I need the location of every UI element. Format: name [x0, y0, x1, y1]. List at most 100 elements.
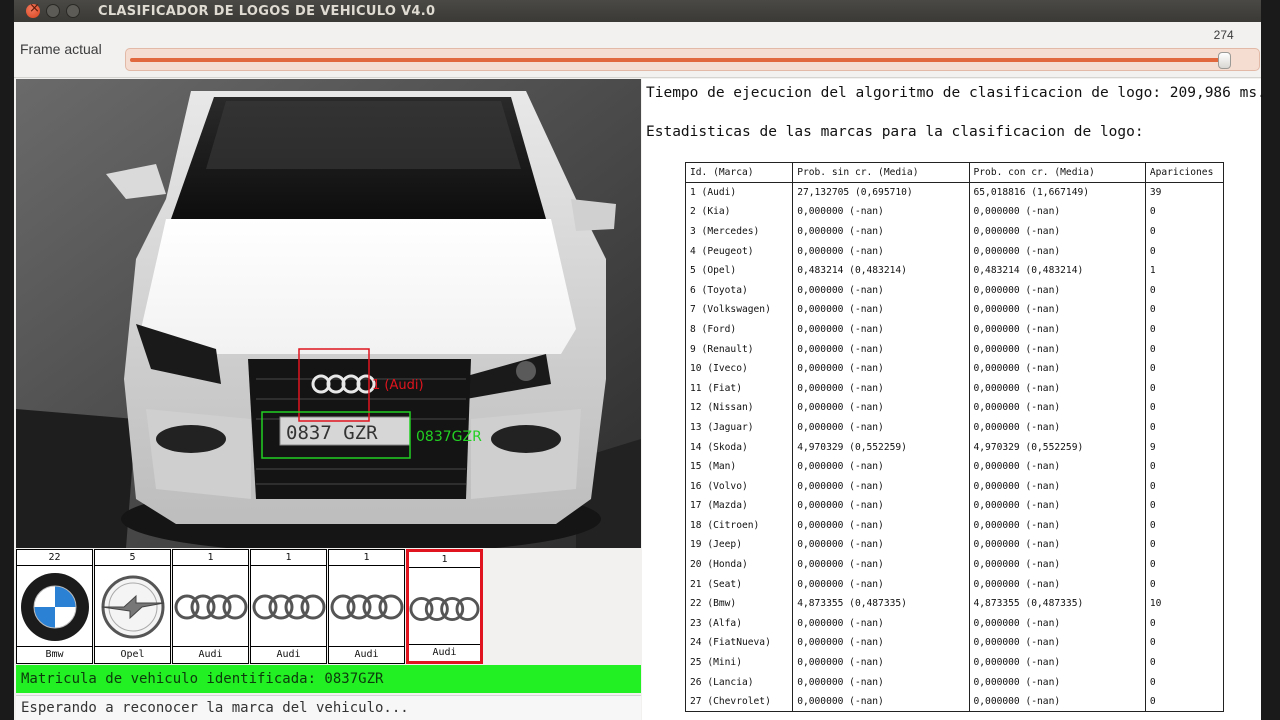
minimize-window-button[interactable] — [46, 4, 60, 18]
logo-thumbnail[interactable]: 1 Audi — [250, 549, 327, 664]
logo-thumbnail[interactable]: 1 Audi — [172, 549, 249, 664]
logo-count: 1 — [251, 550, 326, 566]
table-cell: 4,873355 (0,487335) — [968, 593, 1146, 614]
plate-detection-label: 0837GZR — [416, 429, 482, 445]
table-cell: 0,000000 (-nan) — [792, 574, 970, 594]
table-cell: 5 (Opel) — [684, 260, 794, 281]
table-cell: 65,018816 (1,667149) — [968, 182, 1146, 203]
table-cell: 0,000000 (-nan) — [792, 202, 970, 222]
brand-stats-table: Id. (Marca) Prob. sin cr. (Media) Prob. co… — [684, 162, 1225, 713]
table-cell: 0,483214 (0,483214) — [792, 260, 970, 281]
table-cell: 0,000000 (-nan) — [968, 417, 1146, 438]
table-cell: 0,483214 (0,483214) — [968, 260, 1146, 281]
table-row: 15 (Man) 0,000000 (-nan) 0,000000 (-nan) 0 — [684, 456, 1225, 477]
table-cell: 0,000000 (-nan) — [968, 339, 1146, 359]
table-header-row: Id. (Marca) Prob. sin cr. (Media) Prob. co… — [684, 162, 1225, 183]
table-cell: 0,000000 (-nan) — [968, 672, 1146, 692]
table-cell: 4,970329 (0,552259) — [792, 437, 970, 457]
table-cell: 0,000000 (-nan) — [968, 633, 1146, 653]
close-window-button[interactable] — [26, 1, 40, 18]
window-title: CLASIFICADOR DE LOGOS DE VEHICULO V4.0 — [98, 3, 436, 19]
frame-slider[interactable] — [125, 48, 1260, 71]
logo-thumbnail[interactable]: 22 Bmw — [16, 549, 93, 664]
table-cell: 22 (Bmw) — [684, 593, 794, 614]
maximize-window-button[interactable] — [66, 4, 80, 18]
table-cell: 0 — [1144, 574, 1225, 594]
table-cell: 0 — [1144, 476, 1225, 496]
table-cell: 0 — [1144, 339, 1225, 359]
table-cell: 19 (Jeep) — [684, 535, 794, 555]
table-cell: 0,000000 (-nan) — [792, 672, 970, 692]
table-cell: 0,000000 (-nan) — [968, 613, 1146, 634]
audi-logo-icon — [329, 567, 404, 647]
table-row: 19 (Jeep) 0,000000 (-nan) 0,000000 (-nan) 0 — [684, 535, 1225, 555]
logo-thumbnail[interactable]: 1 Audi — [328, 549, 405, 664]
logo-brand-name: Opel — [95, 646, 170, 663]
table-cell: 0,000000 (-nan) — [968, 398, 1146, 418]
logo-brand-name: Audi — [409, 644, 480, 661]
logo-count: 1 — [409, 552, 480, 568]
table-cell: 23 (Alfa) — [684, 613, 794, 634]
table-cell: 0,000000 (-nan) — [968, 515, 1146, 536]
logo-brand-name: Audi — [251, 646, 326, 663]
table-cell: 39 — [1144, 182, 1225, 203]
logo-thumbnail[interactable]: 1 Audi — [406, 549, 483, 664]
logo-brand-name: Audi — [173, 646, 248, 663]
table-cell: 0,000000 (-nan) — [968, 319, 1146, 340]
table-cell: 0,000000 (-nan) — [792, 496, 970, 516]
table-row: 1 (Audi) 27,132705 (0,695710) 65,018816 (1… — [684, 182, 1225, 203]
table-row: 16 (Volvo) 0,000000 (-nan) 0,000000 (-nan)… — [684, 476, 1225, 496]
table-row: 4 (Peugeot) 0,000000 (-nan) 0,000000 (-nan… — [684, 241, 1225, 261]
table-cell: 0,000000 (-nan) — [792, 476, 970, 496]
table-cell: 1 (Audi) — [684, 182, 794, 203]
table-row: 10 (Iveco) 0,000000 (-nan) 0,000000 (-nan)… — [684, 358, 1225, 379]
table-cell: 0,000000 (-nan) — [792, 691, 970, 713]
table-cell: 0 — [1144, 691, 1225, 713]
window-controls — [26, 1, 80, 18]
status-bar: Esperando a reconocer la marca del vehic… — [16, 695, 641, 720]
table-row: 27 (Chevrolet) 0,000000 (-nan) 0,000000 (-… — [684, 691, 1225, 713]
table-cell: 0 — [1144, 613, 1225, 634]
table-cell: 10 (Iveco) — [684, 358, 794, 379]
table-cell: 18 (Citroen) — [684, 515, 794, 536]
table-cell: 0,000000 (-nan) — [968, 280, 1146, 301]
table-cell: 27 (Chevrolet) — [684, 691, 794, 713]
table-cell: 0 — [1144, 554, 1225, 575]
plate-identified-bar: Matricula de vehiculo identificada: 0837… — [16, 665, 641, 693]
table-cell: 0 — [1144, 496, 1225, 516]
camera-view: 0837 GZR 1 (Audi) 0837GZR — [16, 79, 641, 548]
table-cell: 0,000000 (-nan) — [968, 574, 1146, 594]
table-cell: 0,000000 (-nan) — [792, 358, 970, 379]
table-row: 24 (FiatNueva) 0,000000 (-nan) 0,000000 (-… — [684, 633, 1225, 653]
plate-text: 0837 GZR — [286, 422, 378, 444]
table-header-cell: Apariciones — [1144, 162, 1225, 183]
table-cell: 0,000000 (-nan) — [792, 417, 970, 438]
table-row: 7 (Volkswagen) 0,000000 (-nan) 0,000000 (-… — [684, 300, 1225, 320]
table-cell: 0,000000 (-nan) — [792, 221, 970, 242]
audi-logo-icon — [409, 569, 480, 649]
logo-detection-label: 1 (Audi) — [372, 378, 424, 393]
logo-thumbnail[interactable]: 5 Opel — [94, 549, 171, 664]
table-cell: 0,000000 (-nan) — [968, 378, 1146, 399]
table-cell: 0 — [1144, 417, 1225, 438]
detected-logos-strip: 22 Bmw 5 Opel 1 Audi 1 Audi 1 Audi 1 Audi — [16, 549, 641, 665]
table-cell: 9 — [1144, 437, 1225, 457]
table-cell: 0,000000 (-nan) — [792, 280, 970, 301]
table-cell: 0 — [1144, 358, 1225, 379]
table-cell: 0,000000 (-nan) — [968, 456, 1146, 477]
table-cell: 0,000000 (-nan) — [792, 633, 970, 653]
frame-slider-handle[interactable] — [1218, 52, 1232, 69]
table-cell: 14 (Skoda) — [684, 437, 794, 457]
table-cell: 0 — [1144, 241, 1225, 261]
table-cell: 0 — [1144, 398, 1225, 418]
table-cell: 0 — [1144, 535, 1225, 555]
table-cell: 0 — [1144, 378, 1225, 399]
table-cell: 0,000000 (-nan) — [968, 652, 1146, 673]
table-cell: 0,000000 (-nan) — [968, 535, 1146, 555]
table-cell: 0 — [1144, 672, 1225, 692]
frame-control-row: Frame actual 274 — [14, 22, 1261, 78]
table-cell: 11 (Fiat) — [684, 378, 794, 399]
table-cell: 0 — [1144, 633, 1225, 653]
table-cell: 0,000000 (-nan) — [792, 339, 970, 359]
table-cell: 15 (Man) — [684, 456, 794, 477]
